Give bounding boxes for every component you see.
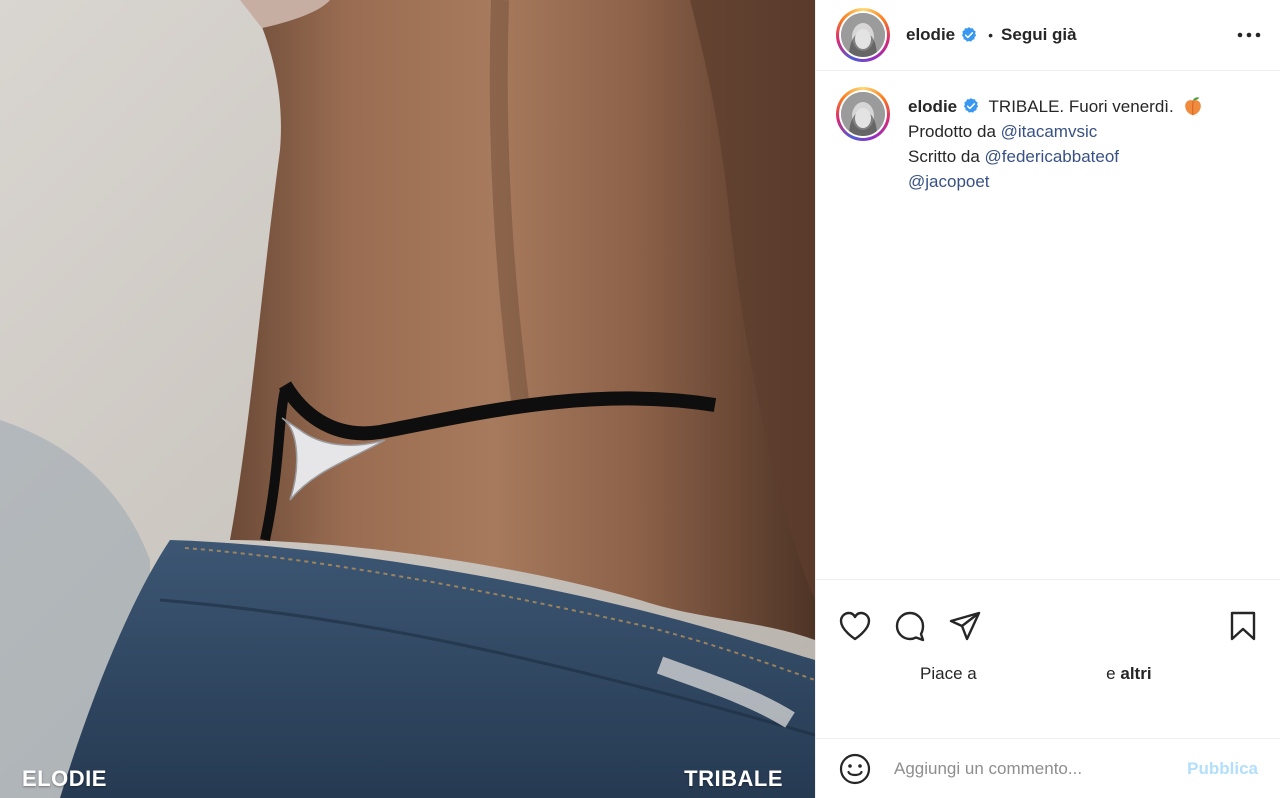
overlay-artist-name: ELODIE [22, 766, 107, 791]
post-photo [0, 0, 815, 798]
action-bar [816, 580, 1280, 652]
emoji-button[interactable] [838, 752, 872, 786]
comment-bar: Pubblica [816, 738, 1280, 798]
caption-line-2-prefix: Prodotto da [908, 122, 996, 141]
caption-line-3-prefix: Scritto da [908, 147, 980, 166]
post-side-panel: elodie • Segui già elodie TRIBALE. Fuori… [815, 0, 1280, 798]
save-button[interactable] [1226, 609, 1260, 643]
post-image[interactable]: ELODIE TRIBALE [0, 0, 815, 798]
post-header: elodie • Segui già [816, 0, 1280, 71]
post-comment-button[interactable]: Pubblica [1187, 759, 1258, 779]
comment-icon [895, 611, 925, 642]
emoji-icon [839, 753, 871, 784]
verified-badge-icon [962, 27, 977, 42]
caption-text: elodie TRIBALE. Fuori venerdì. Prodotto … [908, 87, 1204, 194]
share-icon [949, 611, 981, 641]
likes-suffix: e [1106, 664, 1116, 683]
mention-link[interactable]: @itacamvsic [1001, 122, 1098, 141]
avatar-image [841, 13, 885, 57]
caption-username[interactable]: elodie [908, 97, 957, 116]
like-button[interactable] [838, 609, 872, 643]
header-separator: • [988, 27, 994, 43]
comment-input[interactable] [894, 758, 1188, 779]
more-options-button[interactable] [1234, 23, 1264, 47]
caption-line-1: TRIBALE. Fuori venerdì. [988, 97, 1174, 116]
avatar[interactable] [836, 8, 890, 62]
following-button[interactable]: Segui già [1001, 25, 1077, 45]
post-caption: elodie TRIBALE. Fuori venerdì. Prodotto … [816, 71, 1280, 194]
caption-avatar[interactable] [836, 87, 890, 141]
mention-link[interactable]: @jacopoet [908, 172, 990, 191]
post-actions-area: Piace a e altri [816, 579, 1280, 684]
likes-summary: Piace a e altri [816, 664, 1280, 684]
overlay-title: TRIBALE [684, 766, 783, 791]
heart-icon [839, 611, 871, 641]
likes-others-link[interactable]: altri [1120, 664, 1151, 683]
more-options-icon [1237, 32, 1261, 38]
bookmark-icon [1230, 611, 1256, 641]
peach-emoji-icon [1185, 97, 1202, 116]
mention-link[interactable]: @federicabbateof [985, 147, 1119, 166]
share-button[interactable] [948, 609, 982, 643]
verified-badge-icon [964, 98, 979, 113]
likes-prefix: Piace a [920, 664, 977, 683]
header-username[interactable]: elodie [906, 25, 955, 45]
comment-button[interactable] [893, 609, 927, 643]
caption-avatar-image [841, 92, 885, 136]
